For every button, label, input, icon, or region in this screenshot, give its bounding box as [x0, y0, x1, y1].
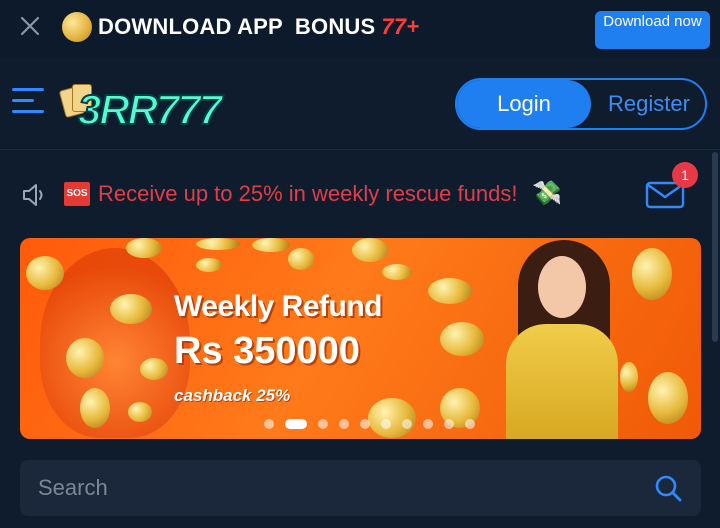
- coin-icon: [252, 238, 290, 252]
- search-icon[interactable]: [654, 474, 682, 502]
- coin-icon: [352, 238, 388, 262]
- banner-title: Weekly Refund: [174, 290, 383, 323]
- coin-icon: [62, 12, 92, 42]
- bonus-amount: 77+: [381, 14, 420, 39]
- coin-icon: [196, 238, 240, 250]
- money-emoji: 💸: [532, 180, 562, 207]
- carousel-dot[interactable]: [339, 419, 349, 429]
- scrollbar[interactable]: [712, 152, 718, 342]
- hamburger-menu-icon[interactable]: [12, 88, 44, 114]
- close-icon[interactable]: [18, 14, 42, 38]
- carousel-dot[interactable]: [381, 419, 391, 429]
- mail-count-badge: 1: [672, 162, 698, 188]
- carousel-dot[interactable]: [444, 419, 454, 429]
- banner-amount: Rs 350000: [174, 330, 360, 372]
- speaker-icon: [20, 181, 48, 209]
- sos-badge: SOS: [64, 182, 90, 206]
- coin-icon: [288, 248, 314, 270]
- notice-marquee[interactable]: SOS Receive up to 25% in weekly rescue f…: [0, 165, 720, 225]
- carousel-dot[interactable]: [285, 419, 307, 429]
- promo-banner[interactable]: Weekly Refund Rs 350000 cashback 25%: [20, 238, 701, 439]
- carousel-dot[interactable]: [318, 419, 328, 429]
- download-now-button[interactable]: Download now: [595, 11, 710, 49]
- coin-icon: [110, 294, 152, 324]
- carousel-dot[interactable]: [264, 419, 274, 429]
- download-app-label: DOWNLOAD APP: [98, 14, 283, 39]
- register-button[interactable]: Register: [593, 80, 705, 128]
- site-header: 3RR777 Login Register: [0, 58, 720, 150]
- model-image: [482, 238, 642, 439]
- carousel-dot[interactable]: [402, 419, 412, 429]
- coin-icon: [140, 358, 168, 380]
- coin-icon: [196, 258, 222, 272]
- download-promo-text: DOWNLOAD APP BONUS 77+: [98, 14, 419, 40]
- coin-icon: [66, 338, 104, 378]
- notice-text: Receive up to 25% in weekly rescue funds…: [98, 181, 518, 206]
- bonus-label: BONUS: [294, 14, 376, 39]
- search-bar: [20, 460, 701, 516]
- coin-icon: [128, 402, 152, 422]
- banner-subtitle: cashback 25%: [174, 386, 291, 405]
- logo-text: 3RR777: [77, 85, 223, 134]
- coin-icon: [126, 238, 162, 258]
- coin-icon: [428, 278, 472, 304]
- coin-icon: [440, 322, 484, 356]
- carousel-dot[interactable]: [423, 419, 433, 429]
- carousel-dot[interactable]: [360, 419, 370, 429]
- coin-icon: [80, 388, 110, 428]
- coin-icon: [26, 256, 64, 290]
- login-button[interactable]: Login: [457, 80, 591, 128]
- coin-icon: [648, 372, 688, 424]
- coin-icon: [382, 264, 412, 280]
- site-logo[interactable]: 3RR777: [58, 78, 223, 134]
- carousel-dot[interactable]: [465, 419, 475, 429]
- carousel-dots: [264, 418, 475, 430]
- search-input[interactable]: [38, 460, 638, 516]
- auth-buttons: Login Register: [455, 78, 707, 130]
- download-app-bar: DOWNLOAD APP BONUS 77+ Download now: [0, 0, 720, 58]
